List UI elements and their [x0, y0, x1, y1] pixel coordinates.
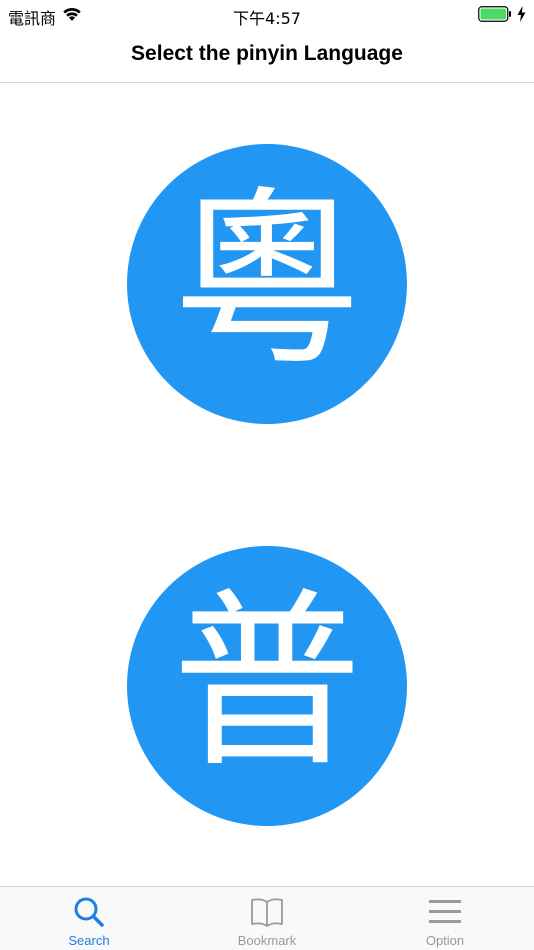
cantonese-language-button[interactable]: 粵 [127, 144, 407, 424]
tab-option[interactable]: Option [356, 887, 534, 950]
status-time: 下午4:57 [233, 9, 301, 28]
tab-bookmark[interactable]: Bookmark [178, 887, 356, 950]
search-icon [74, 897, 104, 927]
cantonese-character: 粵 [171, 170, 362, 391]
mandarin-language-button[interactable]: 普 [127, 546, 407, 826]
tab-search-label: Search [68, 933, 110, 948]
page-title: Select the pinyin Language [131, 42, 403, 65]
tab-search[interactable]: Search [0, 887, 178, 950]
tab-bookmark-label: Bookmark [237, 933, 297, 948]
mandarin-character: 普 [171, 572, 362, 793]
app-screen: 電訊商 下午4:57 Select the pinyin Language 粵 … [0, 0, 534, 950]
status-bar: 電訊商 下午4:57 [0, 0, 534, 30]
tab-option-label: Option [425, 933, 465, 948]
navigation-bar: Select the pinyin Language [0, 30, 534, 83]
menu-icon [429, 900, 461, 923]
book-icon [251, 898, 283, 927]
battery-icon [478, 6, 512, 26]
tab-bar: Search Bookmark Option [0, 886, 534, 950]
charging-bolt-icon [517, 6, 526, 26]
